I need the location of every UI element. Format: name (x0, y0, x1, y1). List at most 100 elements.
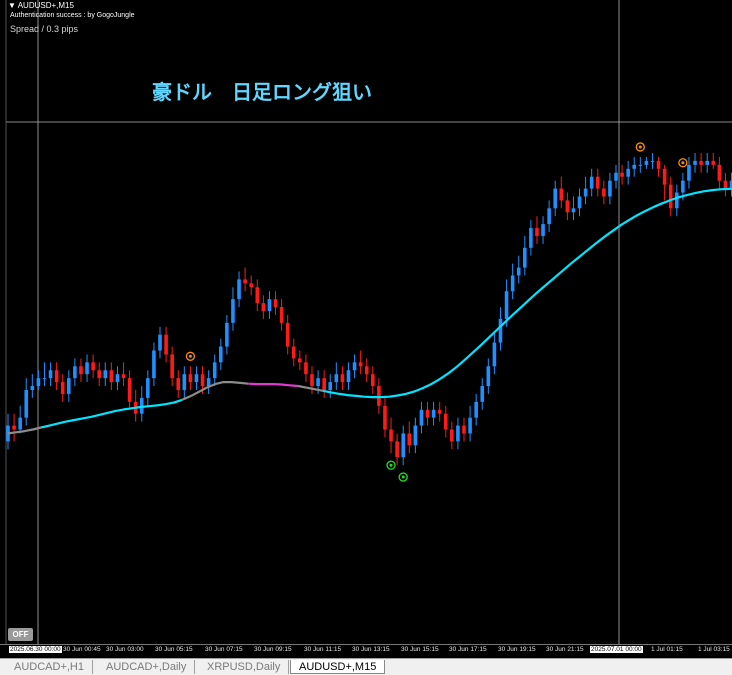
candle (18, 405, 22, 434)
time-axis-label: 2025.06.30 00:00 (9, 646, 62, 653)
chart-tab-audcad-h1[interactable]: AUDCAD+,H1 (6, 660, 93, 674)
candle (644, 156, 649, 169)
candle (85, 354, 89, 383)
candle (547, 200, 551, 232)
candle (164, 326, 168, 363)
candle (121, 362, 126, 387)
candle (127, 370, 132, 410)
candle (322, 370, 326, 398)
candle (541, 216, 545, 244)
candle (717, 156, 722, 189)
time-axis: 2025.06.30 00:00 30 Jun 00:45 30 Jun 03:00… (0, 644, 732, 658)
candle (401, 425, 405, 466)
sell-signal-icon[interactable] (635, 142, 645, 152)
candle (559, 176, 564, 209)
time-axis-label: 30 Jun 15:15 (401, 646, 439, 653)
candle (237, 271, 241, 308)
candle (480, 378, 485, 410)
candle (115, 366, 120, 390)
moving-average-line-flat (181, 381, 249, 401)
candle (662, 164, 667, 201)
candle (620, 164, 624, 185)
candle (407, 421, 412, 454)
candle (535, 216, 539, 244)
buy-signal-icon[interactable] (386, 460, 396, 470)
candle (687, 156, 691, 189)
candle (553, 180, 557, 217)
chart-area[interactable]: ▼ AUDUSD+,M15 Authentication success : b… (0, 0, 732, 658)
candle (389, 417, 393, 454)
time-axis-label: 30 Jun 00:45 (63, 646, 101, 653)
candle (48, 362, 53, 387)
spread-text: Spread / 0.3 pips (10, 24, 79, 34)
candle (67, 370, 71, 402)
candle (133, 390, 138, 422)
candle (255, 279, 260, 311)
candle (523, 235, 527, 276)
candle (468, 405, 472, 442)
candle (577, 188, 582, 217)
candle (529, 220, 533, 256)
candle (705, 153, 709, 173)
candle (693, 153, 697, 173)
candle (462, 417, 466, 442)
candle (656, 156, 661, 177)
candle (699, 153, 703, 173)
sell-signal-icon[interactable] (185, 351, 196, 361)
candle (273, 291, 278, 315)
candle (595, 168, 600, 197)
candle (30, 374, 35, 398)
candle (146, 370, 150, 406)
candle (632, 156, 637, 177)
candle (60, 374, 65, 402)
time-axis-label: 2025.07.01 00:00 (590, 646, 643, 653)
candle (219, 338, 223, 371)
candle (419, 401, 424, 434)
candle (243, 267, 247, 292)
candle (492, 330, 497, 375)
candle (602, 180, 606, 205)
candle (340, 366, 345, 390)
candle (188, 366, 193, 390)
candle (249, 275, 253, 296)
time-axis-label: 30 Jun 17:15 (449, 646, 487, 653)
candle (304, 354, 308, 383)
moving-average-line-rising (156, 398, 183, 407)
time-axis-label: 30 Jun 13:15 (352, 646, 390, 653)
chart-annotation-text[interactable]: 豪ドル 日足ロング狙い (152, 76, 372, 105)
chart-tabs-bar: AUDCAD+,H1 AUDCAD+,Daily XRPUSD,Daily AUDUS… (0, 658, 732, 675)
candle (565, 192, 570, 221)
moving-average-line-rising (322, 187, 732, 399)
candle (711, 153, 716, 169)
chart-tab-audusd-m15[interactable]: AUDUSD+,M15 (290, 660, 386, 674)
moving-average-line-falling (248, 382, 299, 388)
candle (383, 397, 387, 438)
candle (450, 421, 454, 450)
candle (42, 362, 47, 387)
candle (212, 354, 217, 387)
candle (6, 413, 10, 450)
candle (328, 374, 333, 398)
candle (298, 350, 302, 371)
candle (589, 168, 594, 197)
candle (510, 263, 515, 300)
chart-tab-xrpusd-daily[interactable]: XRPUSD,Daily (199, 660, 290, 674)
candle (425, 401, 430, 426)
candle (346, 362, 351, 390)
candle (103, 362, 108, 387)
candle (225, 314, 229, 355)
chart-tab-audcad-daily[interactable]: AUDCAD+,Daily (98, 660, 196, 674)
candle (571, 196, 576, 221)
time-axis-label: 1 Jul 03:15 (698, 646, 730, 653)
candle (650, 153, 655, 169)
candle (79, 358, 83, 383)
symbol-label[interactable]: ▼ AUDUSD+,M15 (8, 1, 74, 10)
candle (194, 366, 199, 390)
off-button[interactable]: OFF (8, 628, 33, 641)
candle (54, 362, 59, 390)
candle (675, 184, 679, 217)
sell-signal-icon[interactable] (678, 158, 688, 168)
time-axis-label: 30 Jun 19:15 (498, 646, 536, 653)
buy-signal-icon[interactable] (398, 472, 408, 482)
candle (139, 386, 144, 422)
